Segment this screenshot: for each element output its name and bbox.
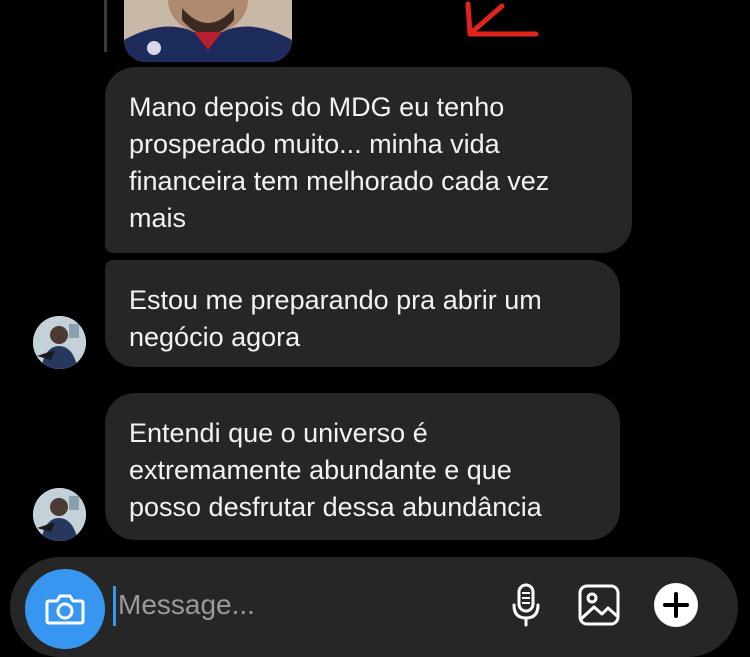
gallery-button[interactable]: [573, 579, 625, 631]
reply-thread-line: [104, 0, 107, 52]
shared-photo[interactable]: [124, 0, 292, 62]
microphone-icon: [512, 583, 540, 627]
camera-button[interactable]: [25, 569, 105, 649]
text-cursor: [113, 586, 116, 626]
camera-icon: [45, 594, 85, 625]
gallery-icon: [578, 584, 620, 626]
sender-avatar[interactable]: [33, 488, 86, 541]
message-input[interactable]: [118, 583, 478, 627]
add-button[interactable]: [650, 579, 702, 631]
message-composer: [10, 557, 738, 657]
microphone-button[interactable]: [500, 579, 552, 631]
message-bubble[interactable]: Entendi que o universo é extremamente ab…: [105, 393, 620, 540]
plus-icon: [654, 583, 698, 627]
message-bubble[interactable]: Mano depois do MDG eu tenho prosperado m…: [105, 67, 632, 253]
sender-avatar[interactable]: [33, 316, 86, 369]
red-arrow-icon: [465, 1, 539, 37]
message-bubble[interactable]: Estou me preparando pra abrir um negócio…: [105, 260, 620, 367]
